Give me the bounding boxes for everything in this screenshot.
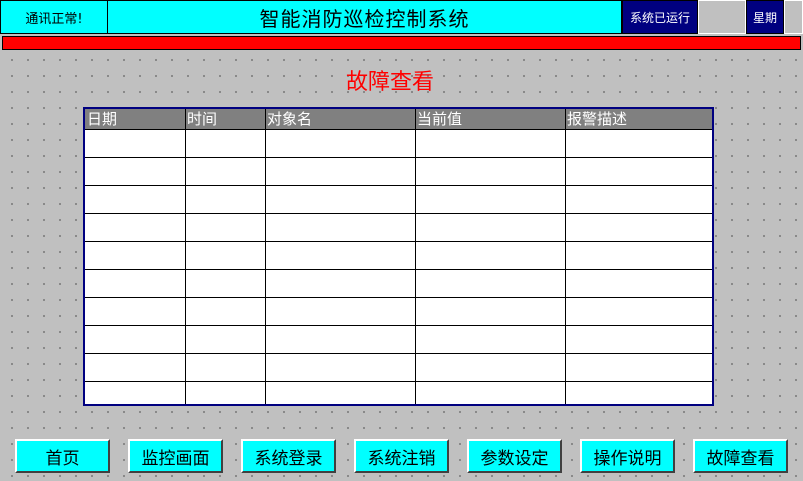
- table-row[interactable]: [85, 270, 712, 297]
- table-row[interactable]: [85, 214, 712, 241]
- run-status-label: 系统已运行: [622, 0, 698, 34]
- column-divider: [415, 109, 416, 404]
- table-row[interactable]: [85, 382, 712, 409]
- column-divider: [185, 109, 186, 404]
- table-row[interactable]: [85, 326, 712, 353]
- instructions-button[interactable]: 操作说明: [580, 439, 675, 473]
- system-login-button[interactable]: 系统登录: [241, 439, 336, 473]
- table-row[interactable]: [85, 298, 712, 325]
- home-button[interactable]: 首页: [15, 439, 110, 473]
- fault-view-button[interactable]: 故障查看: [693, 439, 788, 473]
- table-row[interactable]: [85, 130, 712, 157]
- column-header-object[interactable]: 对象名: [265, 109, 415, 129]
- column-divider: [265, 109, 266, 404]
- column-divider: [565, 109, 566, 404]
- alarm-bar: [2, 36, 801, 50]
- table-row[interactable]: [85, 242, 712, 269]
- parameter-settings-button[interactable]: 参数设定: [467, 439, 562, 473]
- comm-status: 通讯正常!: [0, 0, 108, 34]
- fault-table: 日期 时间 对象名 当前值 报警描述: [83, 107, 714, 406]
- table-header: 日期 时间 对象名 当前值 报警描述: [85, 109, 712, 129]
- run-time-display: [698, 0, 746, 34]
- table-row[interactable]: [85, 354, 712, 381]
- week-label: 星期: [746, 0, 784, 34]
- page-title: 故障查看: [345, 70, 434, 95]
- table-row[interactable]: [85, 158, 712, 185]
- weekday-display: [784, 0, 803, 34]
- column-header-date[interactable]: 日期: [85, 109, 185, 129]
- table-row[interactable]: [85, 186, 712, 213]
- column-header-time[interactable]: 时间: [185, 109, 265, 129]
- column-header-value[interactable]: 当前值: [415, 109, 565, 129]
- app-title: 智能消防巡检控制系统: [108, 0, 622, 34]
- monitor-screen-button[interactable]: 监控画面: [128, 439, 223, 473]
- system-logout-button[interactable]: 系统注销: [354, 439, 449, 473]
- column-header-description[interactable]: 报警描述: [565, 109, 712, 129]
